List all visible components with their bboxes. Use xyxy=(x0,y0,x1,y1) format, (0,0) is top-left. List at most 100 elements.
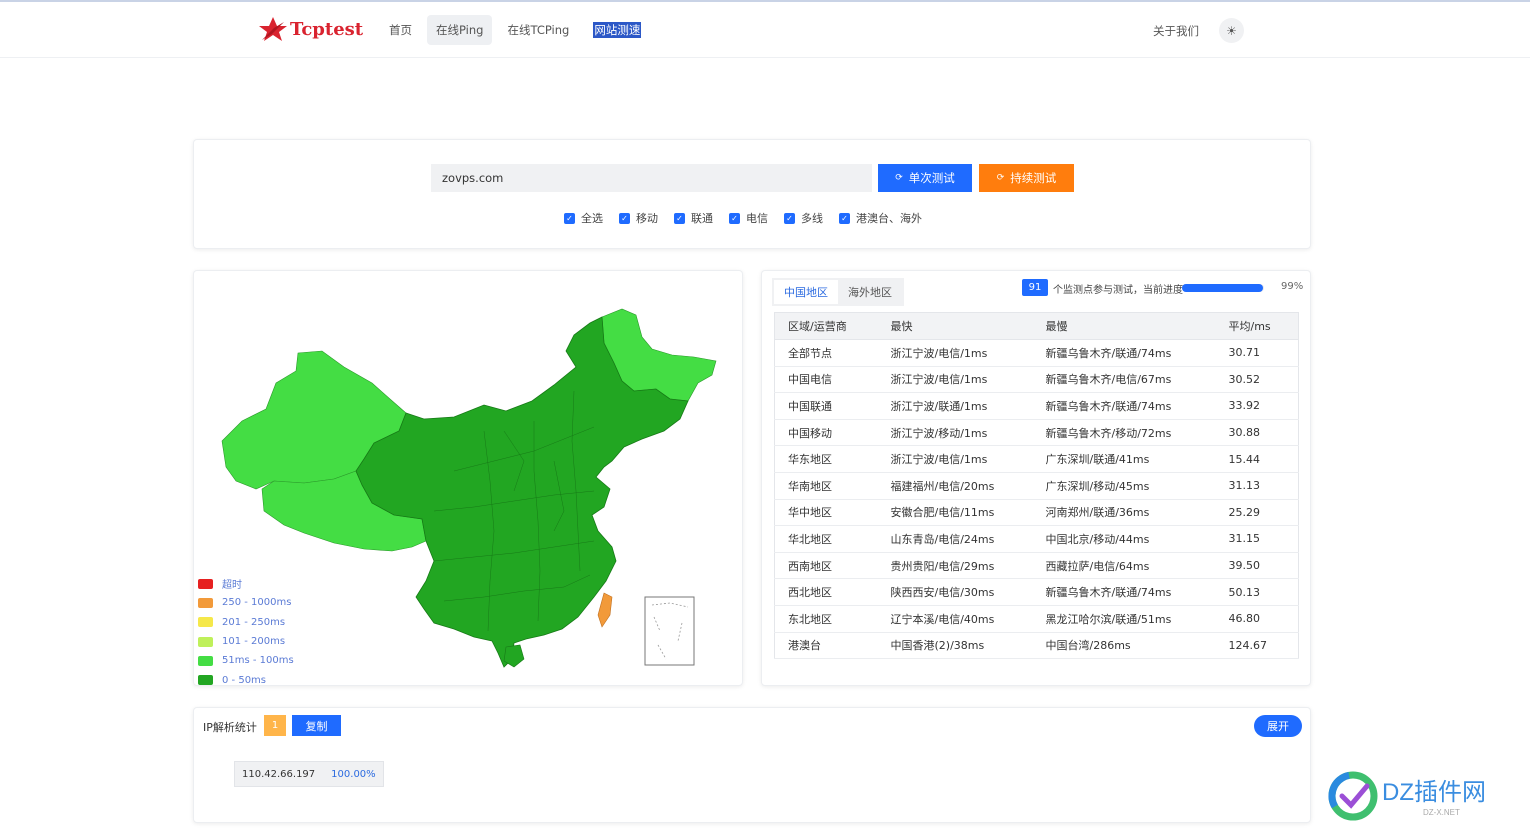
cell-region: 西北地区 xyxy=(774,578,878,606)
cell-average: 30.88 xyxy=(1215,419,1299,447)
continuous-test-button[interactable]: ⟳ 持续测试 xyxy=(979,164,1074,192)
latency-map-panel: 超时 250 - 1000ms 201 - 250ms 101 - 200ms … xyxy=(193,270,743,686)
cell-region: 华东地区 xyxy=(774,445,878,473)
col-slowest[interactable]: 最慢 xyxy=(1032,312,1216,340)
checkbox-label: 联通 xyxy=(691,212,713,225)
col-average[interactable]: 平均/ms xyxy=(1215,312,1299,340)
checkbox-label: 全选 xyxy=(581,212,603,225)
cell-slowest: 中国北京/移动/44ms xyxy=(1032,525,1216,553)
check-icon: ✓ xyxy=(784,212,795,224)
cell-average: 50.13 xyxy=(1215,578,1299,606)
dz-watermark-logo: DZ插件网 DZ-X.NET xyxy=(1328,771,1486,821)
checkbox-multiline[interactable]: ✓ 多线 xyxy=(784,210,823,226)
check-icon: ✓ xyxy=(674,212,685,224)
search-panel: ⟳ 单次测试 ⟳ 持续测试 ✓ 全选 ✓ 移动 ✓ 联通 ✓ 电信 ✓ 多线 ✓ 港澳台、海… xyxy=(193,139,1311,249)
results-panel: 中国地区 海外地区 91 个监测点参与测试，当前进度 99% 区域/运营商 最快… xyxy=(761,270,1311,686)
check-icon: ✓ xyxy=(839,212,850,224)
col-fastest[interactable]: 最快 xyxy=(877,312,1033,340)
cell-region: 华北地区 xyxy=(774,525,878,553)
legend-item-250-1000[interactable]: 250 - 1000ms xyxy=(198,593,294,612)
check-icon: ✓ xyxy=(619,212,630,224)
table-row: 中国联通 浙江宁波/联通/1ms 新疆乌鲁木齐/联通/74ms 33.92 xyxy=(774,392,1299,420)
cell-average: 15.44 xyxy=(1215,445,1299,473)
legend-item-201-250[interactable]: 201 - 250ms xyxy=(198,613,294,632)
legend-swatch xyxy=(198,675,213,686)
table-row: 华北地区 山东青岛/电信/24ms 中国北京/移动/44ms 31.15 xyxy=(774,525,1299,553)
col-region[interactable]: 区域/运营商 xyxy=(774,312,878,340)
progress-percent: 99% xyxy=(1281,281,1304,292)
latency-legend: 超时 250 - 1000ms 201 - 250ms 101 - 200ms … xyxy=(198,574,294,690)
single-test-button[interactable]: ⟳ 单次测试 xyxy=(878,164,972,192)
legend-label: 101 - 200ms xyxy=(222,636,286,648)
table-row: 全部节点 浙江宁波/电信/1ms 新疆乌鲁木齐/联通/74ms 30.71 xyxy=(774,339,1299,367)
cell-fastest: 浙江宁波/电信/1ms xyxy=(877,339,1033,367)
cell-region: 西南地区 xyxy=(774,552,878,580)
cell-region: 中国电信 xyxy=(774,366,878,394)
ip-percent: 100.00% xyxy=(331,768,376,780)
expand-button[interactable]: 展开 xyxy=(1254,715,1302,737)
checkbox-unicom[interactable]: ✓ 联通 xyxy=(674,210,713,226)
cell-fastest: 辽宁本溪/电信/40ms xyxy=(877,605,1033,633)
cell-average: 33.92 xyxy=(1215,392,1299,420)
cell-region: 港澳台 xyxy=(774,632,878,660)
checkbox-label: 移动 xyxy=(636,212,658,225)
cell-average: 30.71 xyxy=(1215,339,1299,367)
region-tabs: 中国地区 海外地区 xyxy=(772,278,904,306)
domain-input[interactable] xyxy=(431,164,872,192)
cell-region: 中国联通 xyxy=(774,392,878,420)
results-table: 区域/运营商 最快 最慢 平均/ms 全部节点 浙江宁波/电信/1ms 新疆乌鲁木齐… xyxy=(774,312,1299,660)
table-row: 华南地区 福建福州/电信/20ms 广东深圳/移动/45ms 31.13 xyxy=(774,472,1299,500)
checkbox-telecom[interactable]: ✓ 电信 xyxy=(729,210,768,226)
nav-speedtest[interactable]: 网站测速 xyxy=(584,15,650,45)
cell-average: 46.80 xyxy=(1215,605,1299,633)
legend-label: 超时 xyxy=(222,580,242,592)
nav-tcping[interactable]: 在线TCPing xyxy=(498,15,578,45)
legend-swatch xyxy=(198,617,213,628)
logo[interactable]: Tcptest xyxy=(258,16,363,42)
nav-ping[interactable]: 在线Ping xyxy=(427,15,493,45)
ip-entry[interactable]: 110.42.66.197 100.00% xyxy=(234,761,384,787)
cell-fastest: 浙江宁波/联通/1ms xyxy=(877,392,1033,420)
watermark-text: DZ插件网 xyxy=(1382,779,1486,806)
cell-slowest: 广东深圳/移动/45ms xyxy=(1032,472,1216,500)
sun-icon: ☀ xyxy=(1226,23,1237,38)
cell-average: 124.67 xyxy=(1215,632,1299,660)
cell-region: 全部节点 xyxy=(774,339,878,367)
theme-toggle-button[interactable]: ☀ xyxy=(1219,18,1244,43)
cell-fastest: 陕西西安/电信/30ms xyxy=(877,578,1033,606)
legend-label: 201 - 250ms xyxy=(222,616,286,628)
nav-about[interactable]: 关于我们 xyxy=(1153,23,1199,39)
nav-home[interactable]: 首页 xyxy=(380,15,421,45)
legend-item-0-50[interactable]: 0 - 50ms xyxy=(198,670,294,689)
legend-item-51-100[interactable]: 51ms - 100ms xyxy=(198,651,294,670)
cell-slowest: 广东深圳/联通/41ms xyxy=(1032,445,1216,473)
node-count-badge: 91 xyxy=(1022,279,1048,296)
cell-fastest: 贵州贵阳/电信/29ms xyxy=(877,552,1033,580)
legend-item-timeout[interactable]: 超时 xyxy=(198,574,294,593)
tab-china[interactable]: 中国地区 xyxy=(774,280,838,304)
map-region-taiwan xyxy=(597,592,613,628)
cell-slowest: 新疆乌鲁木齐/联通/74ms xyxy=(1032,339,1216,367)
single-test-label: 单次测试 xyxy=(908,171,955,185)
copy-button[interactable]: 复制 xyxy=(292,715,341,736)
legend-swatch xyxy=(198,655,213,666)
table-row: 中国移动 浙江宁波/移动/1ms 新疆乌鲁木齐/移动/72ms 30.88 xyxy=(774,419,1299,447)
progress-caption: 个监测点参与测试，当前进度 xyxy=(1053,285,1183,296)
table-header-row: 区域/运营商 最快 最慢 平均/ms xyxy=(774,312,1299,340)
checkbox-mobile[interactable]: ✓ 移动 xyxy=(619,210,658,226)
ip-address: 110.42.66.197 xyxy=(242,768,316,780)
legend-label: 250 - 1000ms xyxy=(222,597,292,609)
checkbox-overseas[interactable]: ✓ 港澳台、海外 xyxy=(839,210,922,226)
table-row: 港澳台 中国香港(2)/38ms 中国台湾/286ms 124.67 xyxy=(774,632,1299,660)
tab-overseas[interactable]: 海外地区 xyxy=(838,280,902,304)
cell-fastest: 安徽合肥/电信/11ms xyxy=(877,499,1033,527)
watermark-subtext: DZ-X.NET xyxy=(1423,808,1460,817)
cell-slowest: 中国台湾/286ms xyxy=(1032,632,1216,660)
refresh-icon: ⟳ xyxy=(895,173,903,183)
table-row: 华东地区 浙江宁波/电信/1ms 广东深圳/联通/41ms 15.44 xyxy=(774,445,1299,473)
cell-region: 华中地区 xyxy=(774,499,878,527)
checkbox-all[interactable]: ✓ 全选 xyxy=(564,210,603,226)
legend-item-101-200[interactable]: 101 - 200ms xyxy=(198,632,294,651)
cell-slowest: 西藏拉萨/电信/64ms xyxy=(1032,552,1216,580)
table-row: 东北地区 辽宁本溪/电信/40ms 黑龙江哈尔滨/联通/51ms 46.80 xyxy=(774,605,1299,633)
